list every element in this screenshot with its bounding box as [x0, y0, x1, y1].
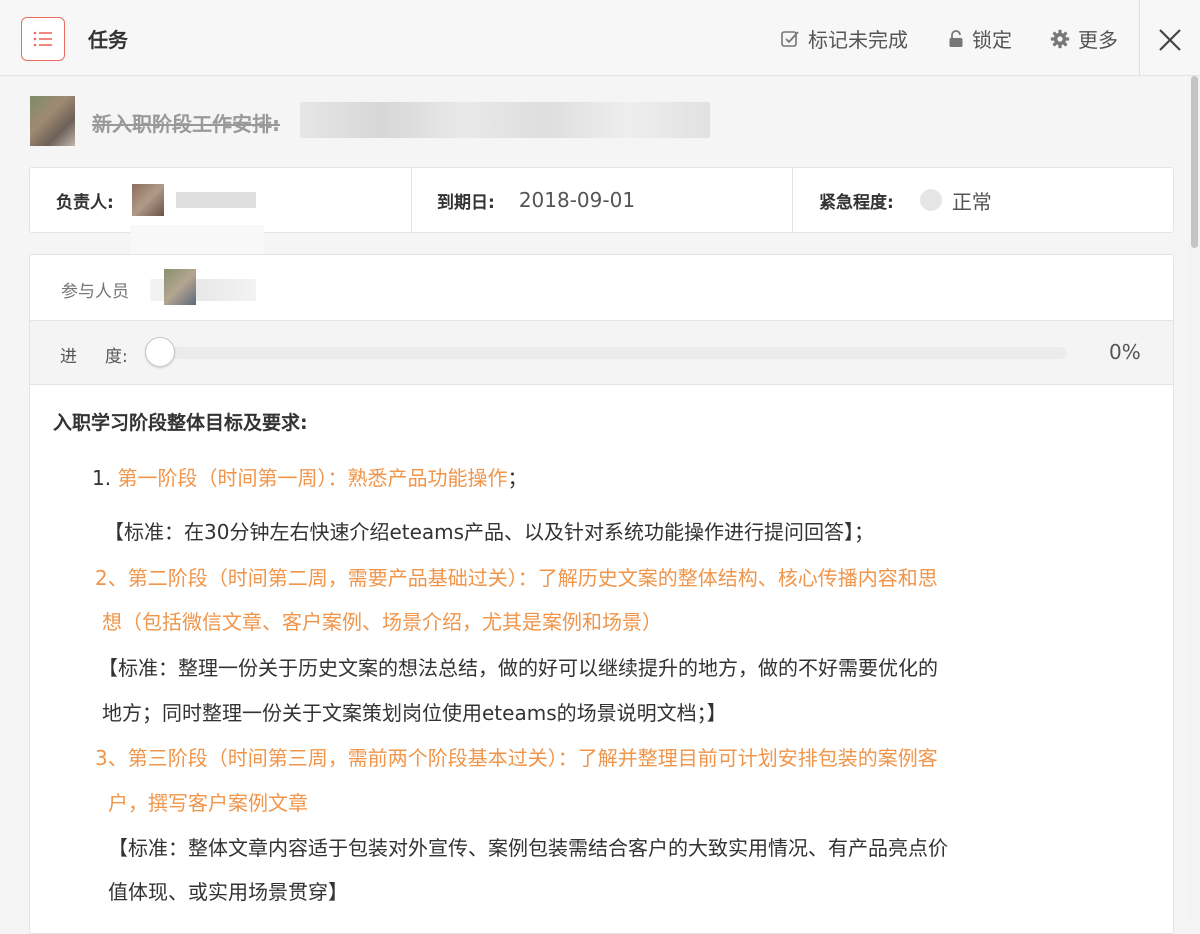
checkbox-icon: [781, 30, 799, 47]
mark-incomplete-label: 标记未完成: [808, 28, 908, 52]
progress-slider-handle[interactable]: [145, 337, 175, 367]
page-title: 任务: [88, 28, 128, 52]
description-line: 想（包括微信文章、客户案例、场景介绍，尤其是案例和场景）: [102, 610, 662, 634]
more-button[interactable]: 更多: [1050, 24, 1118, 53]
task-title[interactable]: 新入职阶段工作安排:: [92, 108, 280, 137]
creator-avatar[interactable]: [30, 96, 75, 146]
redacted-title-region: [300, 102, 710, 138]
due-date-cell[interactable]: 到期日: 2018-09-01: [437, 168, 635, 232]
close-button[interactable]: [1158, 28, 1182, 52]
due-date-label: 到期日:: [437, 192, 495, 213]
lock-button[interactable]: 锁定: [948, 24, 1012, 53]
redacted-region: [130, 225, 264, 257]
description-line: 2、第二阶段（时间第二周，需要产品基础过关）：了解历史文案的整体结构、核心传播内…: [95, 566, 938, 590]
lock-label: 锁定: [972, 28, 1012, 52]
header-bar: 任务 标记未完成 锁定 更多: [0, 0, 1200, 76]
description-line: 值体现、或实用场景贯穿】: [108, 880, 348, 904]
task-detail-card: 参与人员 进度: 0%: [29, 254, 1174, 934]
description-line: 户，撰写客户案例文章: [108, 791, 308, 815]
info-divider: [792, 168, 793, 232]
list-icon: [33, 31, 52, 47]
description-line: 1. 第一阶段（时间第一周）：熟悉产品功能操作；: [92, 466, 528, 490]
participant-avatar[interactable]: [164, 269, 196, 305]
assignee-label: 负责人:: [56, 192, 114, 213]
redacted-assignee-name: [175, 192, 256, 208]
scrollbar[interactable]: [1189, 76, 1200, 919]
progress-percent: 0%: [1109, 340, 1141, 364]
due-date-value[interactable]: 2018-09-01: [519, 188, 635, 212]
task-list-button[interactable]: [21, 17, 65, 61]
close-icon: [1159, 29, 1181, 51]
header-divider: [1139, 0, 1140, 76]
urgency-dot-icon: [919, 189, 942, 211]
progress-row: 进度: 0%: [30, 320, 1173, 385]
mark-incomplete-button[interactable]: 标记未完成: [780, 24, 908, 53]
urgency-label: 紧急程度:: [819, 192, 894, 213]
task-info-card: 负责人: 到期日: 2018-09-01 紧急程度: 正常: [29, 167, 1174, 233]
description-line: 地方；同时整理一份关于文案策划岗位使用eteams的场景说明文档；】: [102, 701, 727, 725]
progress-label: 进度:: [60, 347, 128, 367]
participants-label: 参与人员: [61, 282, 129, 302]
description-line: 【标准：整理一份关于历史文案的想法总结，做的好可以继续提升的地方，做的不好需要优…: [98, 656, 938, 680]
gear-icon: [1050, 29, 1070, 48]
description-heading: 入职学习阶段整体目标及要求:: [53, 412, 308, 434]
lock-icon: [949, 29, 963, 47]
description-line: 【标准：在30分钟左右快速介绍eteams产品、以及针对系统功能操作进行提问回答…: [104, 520, 875, 544]
assignee-cell[interactable]: 负责人:: [56, 168, 256, 232]
urgency-value[interactable]: 正常: [952, 186, 992, 215]
urgency-cell[interactable]: 紧急程度: 正常: [819, 168, 992, 232]
description-line: 3、第三阶段（时间第三周，需前两个阶段基本过关）：了解并整理目前可计划安排包装的…: [95, 746, 938, 770]
scrollbar-thumb[interactable]: [1191, 76, 1198, 248]
description-line: 【标准：整体文章内容适于包装对外宣传、案例包装需结合客户的大致实用情况、有产品亮…: [108, 836, 948, 860]
info-divider: [411, 168, 412, 232]
more-label: 更多: [1078, 28, 1118, 52]
progress-slider-track[interactable]: [160, 347, 1067, 359]
assignee-avatar[interactable]: [131, 184, 164, 216]
